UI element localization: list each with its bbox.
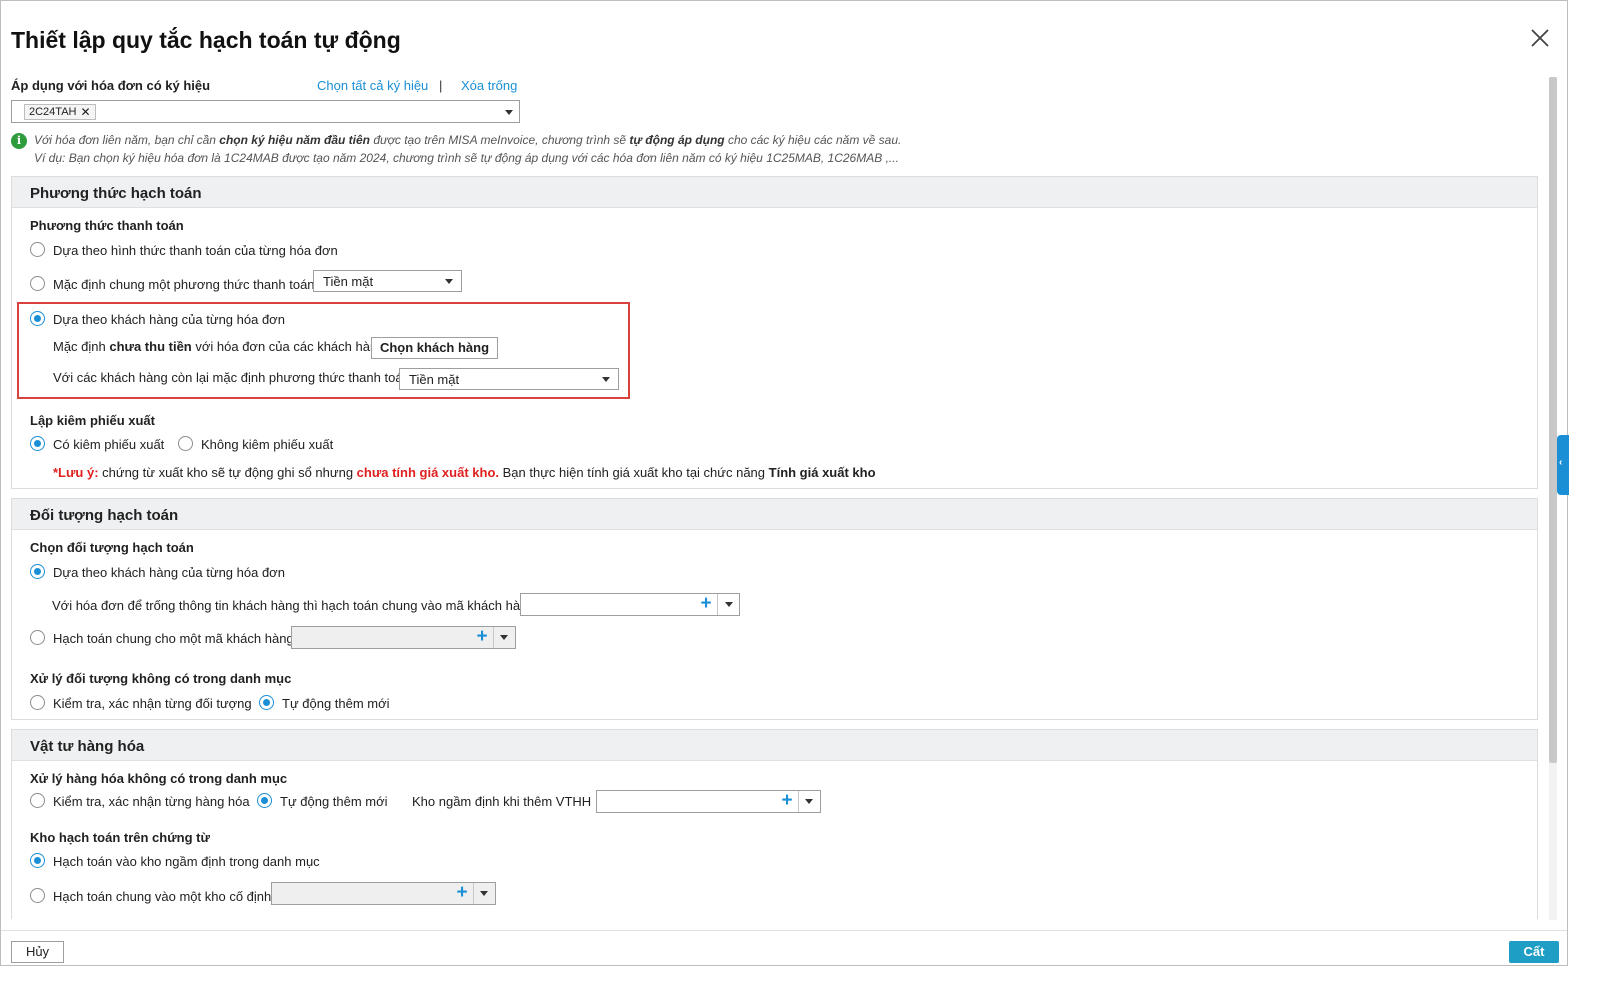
- symbol-tag: 2C24TAH ✕: [24, 104, 96, 120]
- empty-customer-combo[interactable]: +: [520, 593, 740, 616]
- radio-label: Mặc định chung một phương thức thanh toá…: [53, 277, 315, 292]
- apply-label: Áp dụng với hóa đơn có ký hiệu: [11, 78, 211, 93]
- clear-symbols-link[interactable]: Xóa trống: [461, 78, 517, 93]
- radio-common-customer[interactable]: [30, 630, 45, 645]
- default-warehouse-combo[interactable]: +: [596, 790, 821, 813]
- radio-label: Tự động thêm mới: [282, 696, 390, 711]
- section-header: Phương thức hạch toán: [12, 177, 1537, 208]
- section-goods: Vật tư hàng hóa Xử lý hàng hóa không có …: [11, 729, 1538, 919]
- select-all-symbols-link[interactable]: Chọn tất cả ký hiệu: [317, 78, 428, 93]
- radio-with-export[interactable]: [30, 436, 45, 451]
- radio-label: Có kiêm phiếu xuất: [53, 437, 165, 452]
- warehouse-title: Kho hạch toán trên chứng từ: [30, 830, 210, 845]
- chevron-down-icon[interactable]: [500, 635, 508, 640]
- settings-dialog: Thiết lập quy tắc hạch toán tự động Áp d…: [0, 0, 1568, 966]
- plus-icon[interactable]: +: [473, 627, 491, 648]
- chevron-down-icon[interactable]: [725, 602, 733, 607]
- section-title: Đối tượng hạch toán: [30, 507, 179, 524]
- radio-label: Không kiêm phiếu xuất: [201, 437, 334, 452]
- info-note-line2: Ví dụ: Bạn chọn ký hiệu hóa đơn là 1C24M…: [34, 151, 899, 165]
- close-icon[interactable]: [1529, 27, 1551, 49]
- combo-divider: [717, 594, 718, 615]
- radio-default-payment-method[interactable]: [30, 276, 45, 291]
- plus-icon[interactable]: +: [778, 791, 796, 812]
- info-note-line1: Với hóa đơn liên năm, bạn chỉ cần chọn k…: [34, 133, 902, 147]
- common-customer-combo[interactable]: +: [291, 626, 516, 649]
- plus-icon[interactable]: +: [453, 883, 471, 904]
- export-note: *Lưu ý: chứng từ xuất kho sẽ tự động ghi…: [53, 465, 876, 480]
- radio-label: Hạch toán vào kho ngầm định trong danh m…: [53, 854, 320, 869]
- cancel-button[interactable]: Hủy: [11, 941, 64, 963]
- chevron-down-icon[interactable]: [480, 891, 488, 896]
- highlight-box: [17, 302, 630, 399]
- select-value: Tiền mặt: [323, 274, 374, 289]
- section-title: Phương thức hạch toán: [30, 185, 202, 202]
- symbol-multiselect[interactable]: 2C24TAH ✕: [11, 100, 520, 123]
- radio-label: Tự động thêm mới: [280, 794, 388, 809]
- chevron-left-icon: ‹: [1559, 457, 1563, 468]
- radio-object-by-customer[interactable]: [30, 564, 45, 579]
- combo-divider: [473, 883, 474, 904]
- radio-fixed-warehouse[interactable]: [30, 888, 45, 903]
- radio-label: Dựa theo hình thức thanh toán của từng h…: [53, 243, 338, 258]
- radio-auto-add-object[interactable]: [259, 695, 274, 710]
- chevron-down-icon[interactable]: [805, 799, 813, 804]
- handle-object-title: Xử lý đối tượng không có trong danh mục: [30, 671, 292, 686]
- dialog-title: Thiết lập quy tắc hạch toán tự động: [11, 27, 401, 53]
- fixed-warehouse-combo[interactable]: +: [271, 882, 496, 905]
- section-header: Đối tượng hạch toán: [12, 499, 1537, 530]
- radio-label: Kiểm tra, xác nhận từng đối tượng: [53, 696, 252, 711]
- radio-check-goods[interactable]: [30, 793, 45, 808]
- radio-default-warehouse[interactable]: [30, 853, 45, 868]
- section-title: Vật tư hàng hóa: [30, 738, 145, 755]
- radio-invoice-payment-form[interactable]: [30, 242, 45, 257]
- empty-customer-label: Với hóa đơn để trống thông tin khách hàn…: [52, 598, 539, 613]
- section-accounting-object: Đối tượng hạch toán Chọn đối tượng hạch …: [11, 498, 1538, 720]
- radio-label: Hạch toán chung vào một kho cố định: [53, 889, 272, 904]
- combo-divider: [798, 791, 799, 812]
- save-button[interactable]: Cất: [1509, 941, 1559, 963]
- link-separator: |: [439, 78, 443, 93]
- footer-divider: [1, 930, 1567, 931]
- handle-goods-title: Xử lý hàng hóa không có trong danh mục: [30, 771, 288, 786]
- radio-label: Kiểm tra, xác nhận từng hàng hóa: [53, 794, 250, 809]
- info-icon: i: [11, 133, 27, 149]
- scrollbar-thumb[interactable]: [1549, 77, 1557, 763]
- section-header: Vật tư hàng hóa: [12, 730, 1537, 761]
- vertical-scrollbar[interactable]: [1549, 77, 1557, 920]
- chevron-down-icon: [445, 279, 453, 284]
- chevron-down-icon[interactable]: [505, 110, 513, 115]
- side-panel-toggle[interactable]: ‹: [1557, 435, 1569, 495]
- default-warehouse-label: Kho ngầm định khi thêm VTHH: [412, 794, 592, 809]
- choose-object-title: Chọn đối tượng hạch toán: [30, 540, 194, 555]
- radio-label: Dựa theo khách hàng của từng hóa đơn: [53, 565, 285, 580]
- default-payment-method-select[interactable]: Tiền mặt: [313, 270, 462, 292]
- tag-remove-icon[interactable]: ✕: [80, 105, 90, 119]
- plus-icon[interactable]: +: [697, 594, 715, 615]
- export-title: Lập kiêm phiếu xuất: [30, 413, 155, 428]
- combo-divider: [493, 627, 494, 648]
- radio-check-object[interactable]: [30, 695, 45, 710]
- radio-auto-add-goods[interactable]: [257, 793, 272, 808]
- radio-label: Hạch toán chung cho một mã khách hàng: [53, 631, 294, 646]
- symbol-tag-label: 2C24TAH: [29, 106, 77, 118]
- radio-without-export[interactable]: [178, 436, 193, 451]
- payment-method-title: Phương thức thanh toán: [30, 218, 184, 233]
